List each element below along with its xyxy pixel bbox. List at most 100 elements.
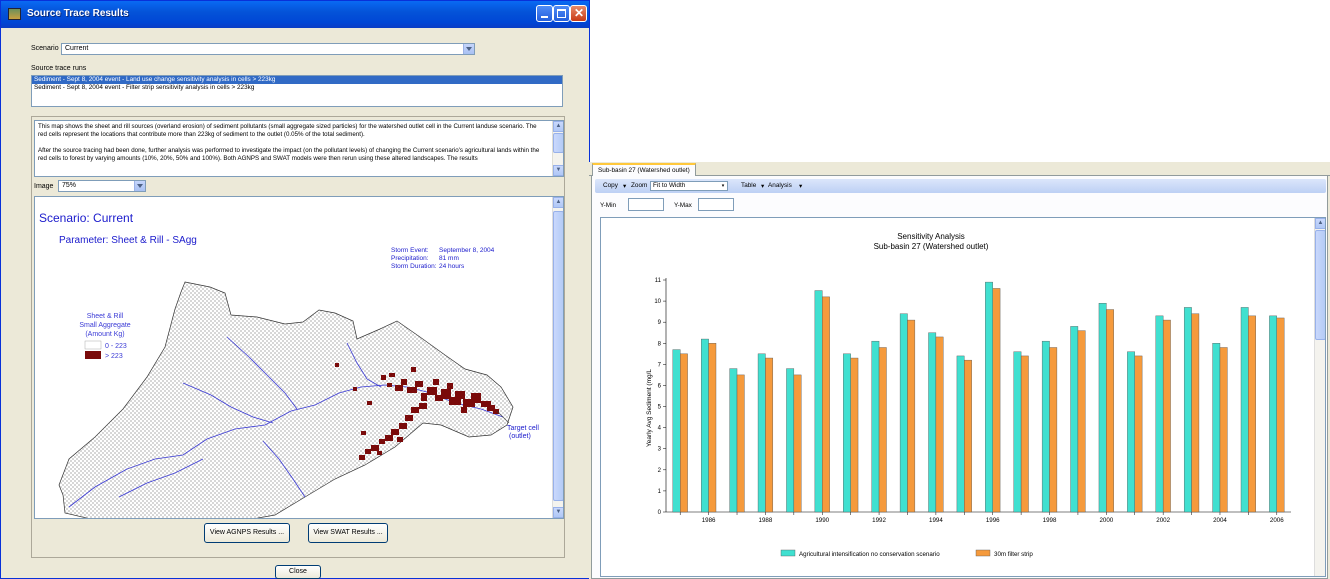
tab-sub-basin-27[interactable]: Sub-basin 27 (Watershed outlet) xyxy=(592,163,696,177)
x-tick-label: 1990 xyxy=(815,517,829,524)
source-trace-runs-list[interactable]: Sediment - Sept 8, 2004 event - Land use… xyxy=(31,75,563,107)
legend-swatch xyxy=(975,549,991,557)
target-cell-label: Target cell xyxy=(507,425,539,432)
list-item[interactable]: Sediment - Sept 8, 2004 event - Filter s… xyxy=(32,84,562,92)
bar-filter-strip xyxy=(935,336,944,513)
x-tick-label: 2006 xyxy=(1270,517,1284,524)
view-agnps-results-button[interactable]: View AGNPS Results ... xyxy=(204,523,290,543)
zoom-mode-select[interactable]: Fit to Width ▾ xyxy=(650,181,728,191)
bar-filter-strip xyxy=(1276,317,1285,513)
precipitation-value: 81 mm xyxy=(439,255,459,262)
copy-button[interactable]: Copy xyxy=(603,182,618,189)
window-title: Source Trace Results xyxy=(27,8,129,19)
bar-agricultural xyxy=(899,313,908,513)
copy-dropdown-icon[interactable]: ▾ xyxy=(623,182,626,190)
scroll-thumb[interactable] xyxy=(553,133,563,153)
source-trace-runs-label: Source trace runs xyxy=(31,65,87,72)
bar-agricultural xyxy=(1070,326,1079,513)
description-scrollbar[interactable]: ▲ ▼ xyxy=(552,121,563,176)
bar-filter-strip xyxy=(793,374,802,513)
analysis-button[interactable]: Analysis xyxy=(768,182,792,189)
x-tick-label: 2000 xyxy=(1099,517,1113,524)
y-max-input[interactable] xyxy=(698,198,734,211)
chart-scrollbar[interactable]: ▲ xyxy=(1314,218,1325,576)
bar-filter-strip xyxy=(878,347,887,513)
y-tick-label: 11 xyxy=(655,278,662,284)
bar-filter-strip xyxy=(1248,315,1256,513)
map-scenario-title: Scenario: Current xyxy=(39,211,134,225)
storm-event-label: Storm Event: xyxy=(391,247,429,254)
minimize-icon xyxy=(541,16,548,18)
bar-filter-strip xyxy=(1162,319,1171,513)
scroll-down-icon[interactable]: ▼ xyxy=(553,165,563,176)
y-min-label: Y-Min xyxy=(600,202,617,209)
y-tick-label: 10 xyxy=(654,299,661,305)
close-button[interactable]: Close xyxy=(275,565,321,579)
storm-event-value: September 8, 2004 xyxy=(439,247,495,254)
zoom-button[interactable]: Zoom xyxy=(631,182,647,189)
close-window-button[interactable]: ✕ xyxy=(570,5,587,22)
y-tick-label: 5 xyxy=(658,405,662,411)
bar-agricultural xyxy=(928,332,937,513)
chart-title: Sensitivity Analysis xyxy=(897,232,965,241)
y-tick-label: 7 xyxy=(658,362,662,368)
table-button[interactable]: Table xyxy=(741,182,756,189)
bar-agricultural xyxy=(1183,307,1192,513)
x-tick-label: 1986 xyxy=(702,517,716,524)
bar-filter-strip xyxy=(1020,355,1029,513)
chevron-down-icon[interactable] xyxy=(134,181,145,191)
map-scrollbar[interactable]: ▲ ▼ xyxy=(552,197,563,518)
image-zoom-select[interactable]: 75% xyxy=(58,180,146,192)
bar-agricultural xyxy=(786,368,795,513)
scroll-thumb[interactable] xyxy=(1315,230,1325,340)
scroll-up-icon[interactable]: ▲ xyxy=(553,197,563,208)
bar-agricultural xyxy=(1041,340,1050,513)
scenario-select[interactable]: Current xyxy=(61,43,475,55)
chevron-down-icon[interactable]: ▾ xyxy=(719,182,727,190)
y-tick-label: 3 xyxy=(658,447,662,453)
bar-filter-strip xyxy=(1134,355,1143,513)
bar-filter-strip xyxy=(1191,313,1200,513)
close-icon: ✕ xyxy=(574,6,585,20)
chart-toolbar: Copy ▾ Zoom Fit to Width ▾ Table ▾ Analy… xyxy=(595,179,1326,193)
analysis-dropdown-icon[interactable]: ▾ xyxy=(799,182,802,190)
bar-filter-strip xyxy=(992,288,1001,513)
bar-agricultural xyxy=(843,353,851,513)
source-trace-window: Source Trace Results ✕ Scenario Current … xyxy=(0,0,590,579)
y-min-input[interactable] xyxy=(628,198,664,211)
bar-filter-strip xyxy=(708,343,717,513)
bar-filter-strip xyxy=(765,357,774,513)
bar-filter-strip xyxy=(822,296,830,513)
sensitivity-panel: Sub-basin 27 (Watershed outlet) Copy ▾ Z… xyxy=(589,162,1330,579)
scroll-thumb[interactable] xyxy=(553,211,563,501)
bar-agricultural xyxy=(1013,351,1022,513)
bar-agricultural xyxy=(1127,351,1135,513)
legend-label: Agricultural intensification no conserva… xyxy=(799,551,940,558)
bar-agricultural xyxy=(757,353,766,513)
y-tick-label: 8 xyxy=(658,341,662,347)
view-swat-results-button[interactable]: View SWAT Results ... xyxy=(308,523,388,543)
list-item[interactable]: Sediment - Sept 8, 2004 event - Land use… xyxy=(32,76,562,84)
bar-agricultural xyxy=(1212,343,1221,513)
chevron-down-icon[interactable] xyxy=(463,44,474,54)
scroll-down-icon[interactable]: ▼ xyxy=(553,507,563,518)
minimize-button[interactable] xyxy=(536,5,553,22)
bar-agricultural xyxy=(701,338,709,513)
table-dropdown-icon[interactable]: ▾ xyxy=(761,182,764,190)
storm-duration-label: Storm Duration: xyxy=(391,263,437,270)
x-tick-label: 2004 xyxy=(1213,517,1227,524)
y-tick-label: 1 xyxy=(658,489,662,495)
bar-agricultural xyxy=(672,349,681,513)
scroll-up-icon[interactable]: ▲ xyxy=(553,121,563,132)
y-tick-label: 0 xyxy=(658,510,662,516)
bar-agricultural xyxy=(1155,315,1164,513)
bar-filter-strip xyxy=(964,359,972,513)
title-bar[interactable]: Source Trace Results ✕ xyxy=(1,1,589,28)
watershed-boundary xyxy=(58,281,514,518)
x-tick-label: 1998 xyxy=(1043,517,1057,524)
scroll-up-icon[interactable]: ▲ xyxy=(1315,218,1325,229)
bar-agricultural xyxy=(1269,315,1277,513)
maximize-button[interactable] xyxy=(553,5,570,22)
bar-agricultural xyxy=(985,281,993,513)
bar-filter-strip xyxy=(1106,309,1114,513)
